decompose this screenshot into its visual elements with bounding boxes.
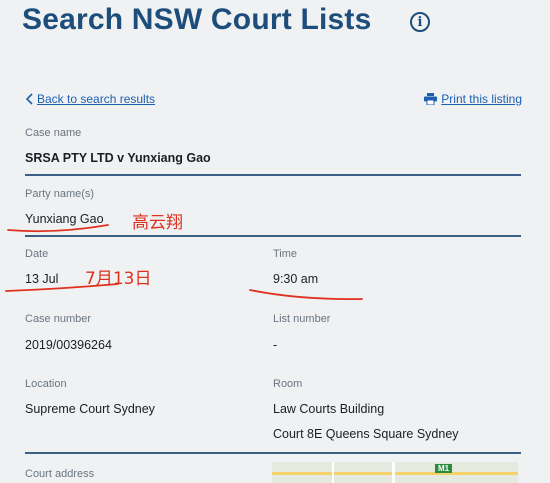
location-value: Supreme Court Sydney xyxy=(25,402,155,416)
list-number-label: List number xyxy=(273,313,331,325)
court-map-thumbnail[interactable]: M1 xyxy=(272,462,518,483)
date-label: Date xyxy=(25,248,49,260)
road-badge: M1 xyxy=(435,464,453,473)
location-label: Location xyxy=(25,378,67,390)
case-number-label: Case number xyxy=(25,313,92,325)
room-line-2: Court 8E Queens Square Sydney xyxy=(273,427,459,441)
time-label: Time xyxy=(273,248,298,260)
room-label: Room xyxy=(273,378,303,390)
court-address-label: Court address xyxy=(25,468,95,480)
divider-location xyxy=(25,452,521,454)
date-chinese-annotation: 7月13日 xyxy=(85,269,152,289)
divider-party xyxy=(25,235,521,237)
time-value: 9:30 am xyxy=(273,272,319,286)
case-number-value: 2019/00396264 xyxy=(25,338,112,352)
map-street xyxy=(332,462,334,483)
room-line-1: Law Courts Building xyxy=(273,402,385,416)
date-value: 13 Jul xyxy=(25,272,59,286)
map-road xyxy=(272,472,518,475)
map-street xyxy=(392,462,395,483)
list-number-value: - xyxy=(273,338,278,352)
